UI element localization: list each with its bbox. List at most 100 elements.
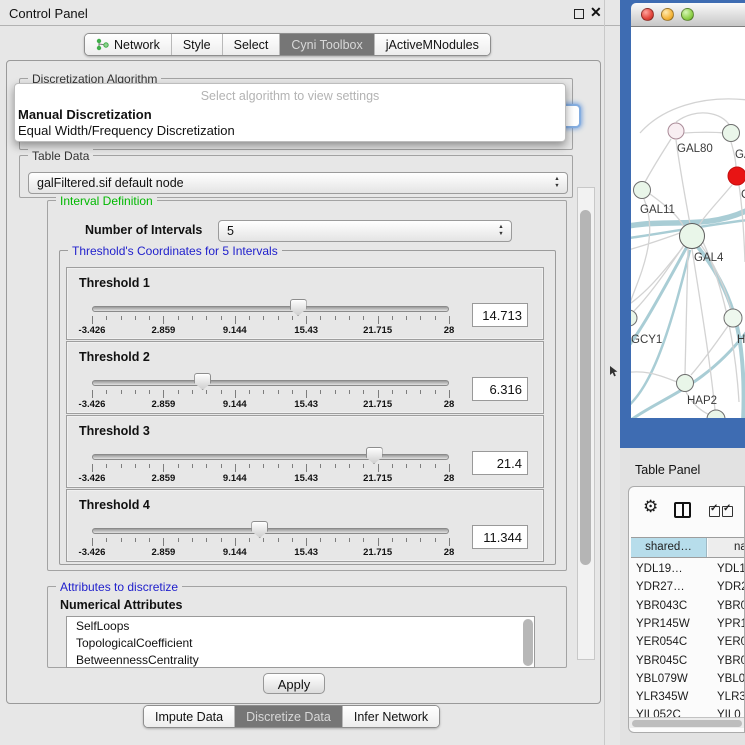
threshold-value-field[interactable]: 14.713 — [472, 303, 528, 327]
numerical-attributes-list[interactable]: SelfLoopsTopologicalCoefficientBetweenne… — [66, 616, 535, 668]
tab-label: Style — [183, 38, 211, 52]
tab-discretize-data[interactable]: Discretize Data — [234, 706, 342, 727]
threshold-slider[interactable]: -3.4262.8599.14415.4321.71528 — [92, 342, 449, 414]
threshold-value-field[interactable]: 21.4 — [472, 451, 528, 475]
traffic-light-minimize-icon[interactable] — [661, 8, 674, 21]
list-scrollbar[interactable] — [523, 619, 533, 666]
tick-mark — [335, 464, 336, 468]
tick-label: -3.426 — [67, 473, 117, 484]
tab-select[interactable]: Select — [222, 34, 280, 55]
slider-thumb[interactable] — [290, 299, 307, 316]
network-node[interactable] — [677, 375, 694, 392]
threshold-slider[interactable]: -3.4262.8599.14415.4321.71528 — [92, 416, 449, 488]
table-row[interactable]: YBR043CYBR0 — [631, 598, 745, 616]
threshold-panel: Threshold 3-3.4262.8599.14415.4321.71528… — [66, 415, 544, 488]
tick-mark — [106, 538, 107, 542]
main-scrollbar[interactable] — [577, 187, 595, 660]
network-node[interactable] — [707, 410, 725, 418]
tick-mark — [92, 538, 93, 546]
tab-label: Discretize Data — [246, 710, 331, 724]
threshold-value-field[interactable]: 11.344 — [472, 525, 528, 549]
table-header-row: shared… na — [631, 537, 745, 558]
close-icon[interactable]: ✕ — [590, 4, 602, 21]
slider-track[interactable] — [92, 306, 449, 312]
tick-label: -3.426 — [67, 547, 117, 558]
tick-mark — [263, 538, 264, 542]
table-data-title: Table Data — [28, 149, 93, 163]
slider-thumb[interactable] — [194, 373, 211, 390]
float-window-icon[interactable] — [574, 9, 584, 19]
table-hscrollbar[interactable] — [629, 717, 745, 728]
network-node[interactable] — [680, 224, 705, 249]
network-node[interactable] — [634, 182, 651, 199]
table-row[interactable]: YBR045CYBR0 — [631, 653, 745, 671]
columns-icon[interactable] — [674, 502, 691, 518]
network-node[interactable] — [631, 310, 637, 326]
attribute-list-item[interactable]: BetweennessCentrality — [67, 651, 534, 668]
column-header-shared[interactable]: shared… — [631, 538, 707, 557]
main-scrollbar-thumb[interactable] — [580, 210, 591, 565]
network-node[interactable] — [724, 309, 742, 327]
tick-label: 21.715 — [353, 325, 403, 336]
cell-name: YBR0 — [717, 655, 745, 667]
tick-mark — [449, 538, 450, 546]
threshold-value-field[interactable]: 6.316 — [472, 377, 528, 401]
tab-impute-data[interactable]: Impute Data — [144, 706, 234, 727]
dropdown-option-equal-width-frequency[interactable]: Equal Width/Frequency Discretization — [18, 123, 235, 138]
threshold-slider[interactable]: -3.4262.8599.14415.4321.71528 — [92, 268, 449, 340]
column-header-name[interactable]: na — [708, 538, 745, 557]
table-row[interactable]: YDR27…YDR2 — [631, 579, 745, 597]
tab-jactivemnodules[interactable]: jActiveMNodules — [374, 34, 490, 55]
table-hscrollbar-thumb[interactable] — [632, 720, 742, 727]
table-data-combo[interactable]: galFiltered.sif default node ▲▼ — [28, 172, 568, 194]
slider-track[interactable] — [92, 380, 449, 386]
network-canvas[interactable]: GAL80GACGAL11GAL4GCY1HHAP2 — [631, 27, 745, 418]
checkbox-icon[interactable]: ✓ — [709, 506, 720, 517]
network-node[interactable] — [728, 167, 745, 185]
network-icon — [96, 38, 109, 51]
checkbox-icon[interactable]: ✓ — [722, 506, 733, 517]
table-data-group: Table Data galFiltered.sif default node … — [19, 155, 573, 198]
number-of-intervals-combo[interactable]: 5 ▲▼ — [218, 220, 512, 242]
tab-infer-network[interactable]: Infer Network — [342, 706, 439, 727]
attribute-list-item[interactable]: TopologicalCoefficient — [67, 634, 534, 651]
tick-mark — [378, 390, 379, 398]
tab-cyni-toolbox[interactable]: Cyni Toolbox — [279, 34, 373, 55]
tick-label: 21.715 — [353, 473, 403, 484]
table-row[interactable]: YDL19…YDL1 — [631, 561, 745, 579]
network-node[interactable] — [723, 125, 740, 142]
tick-label: 2.859 — [138, 399, 188, 410]
tick-mark — [363, 316, 364, 320]
traffic-light-close-icon[interactable] — [641, 8, 654, 21]
apply-button[interactable]: Apply — [263, 673, 325, 694]
threshold-slider[interactable]: -3.4262.8599.14415.4321.71528 — [92, 490, 449, 562]
table-row[interactable]: YBL079WYBL0 — [631, 671, 745, 689]
slider-thumb[interactable] — [251, 521, 268, 538]
node-label: GAL11 — [640, 204, 675, 216]
slider-thumb[interactable] — [366, 447, 383, 464]
algorithm-dropdown: Select algorithm to view settings Manual… — [14, 83, 566, 142]
tick-mark — [121, 390, 122, 394]
tick-mark — [320, 316, 321, 320]
tab-style[interactable]: Style — [171, 34, 222, 55]
tick-mark — [163, 390, 164, 398]
table-row[interactable]: YPR145WYPR1 — [631, 616, 745, 634]
tick-mark — [306, 316, 307, 324]
gear-icon[interactable]: ⚙ — [643, 497, 658, 517]
tick-mark — [449, 316, 450, 324]
dropdown-option-manual-discretization[interactable]: Manual Discretization — [18, 107, 152, 122]
slider-track[interactable] — [92, 454, 449, 460]
traffic-light-zoom-icon[interactable] — [681, 8, 694, 21]
slider-track[interactable] — [92, 528, 449, 534]
cell-name: YDR2 — [717, 581, 745, 593]
tab-label: Cyni Toolbox — [291, 38, 362, 52]
tab-network[interactable]: Network — [85, 34, 171, 55]
table-row[interactable]: YER054CYER0 — [631, 634, 745, 652]
table-row[interactable]: YLR345WYLR3 — [631, 689, 745, 707]
node-label: C — [741, 189, 745, 201]
network-node[interactable] — [668, 123, 684, 139]
attribute-list-item[interactable]: SelfLoops — [67, 617, 534, 634]
combo-arrows-icon: ▲▼ — [552, 176, 562, 190]
network-window-titlebar[interactable] — [631, 3, 745, 27]
thresholds-group: Threshold's Coordinates for 5 Intervals … — [59, 250, 556, 565]
